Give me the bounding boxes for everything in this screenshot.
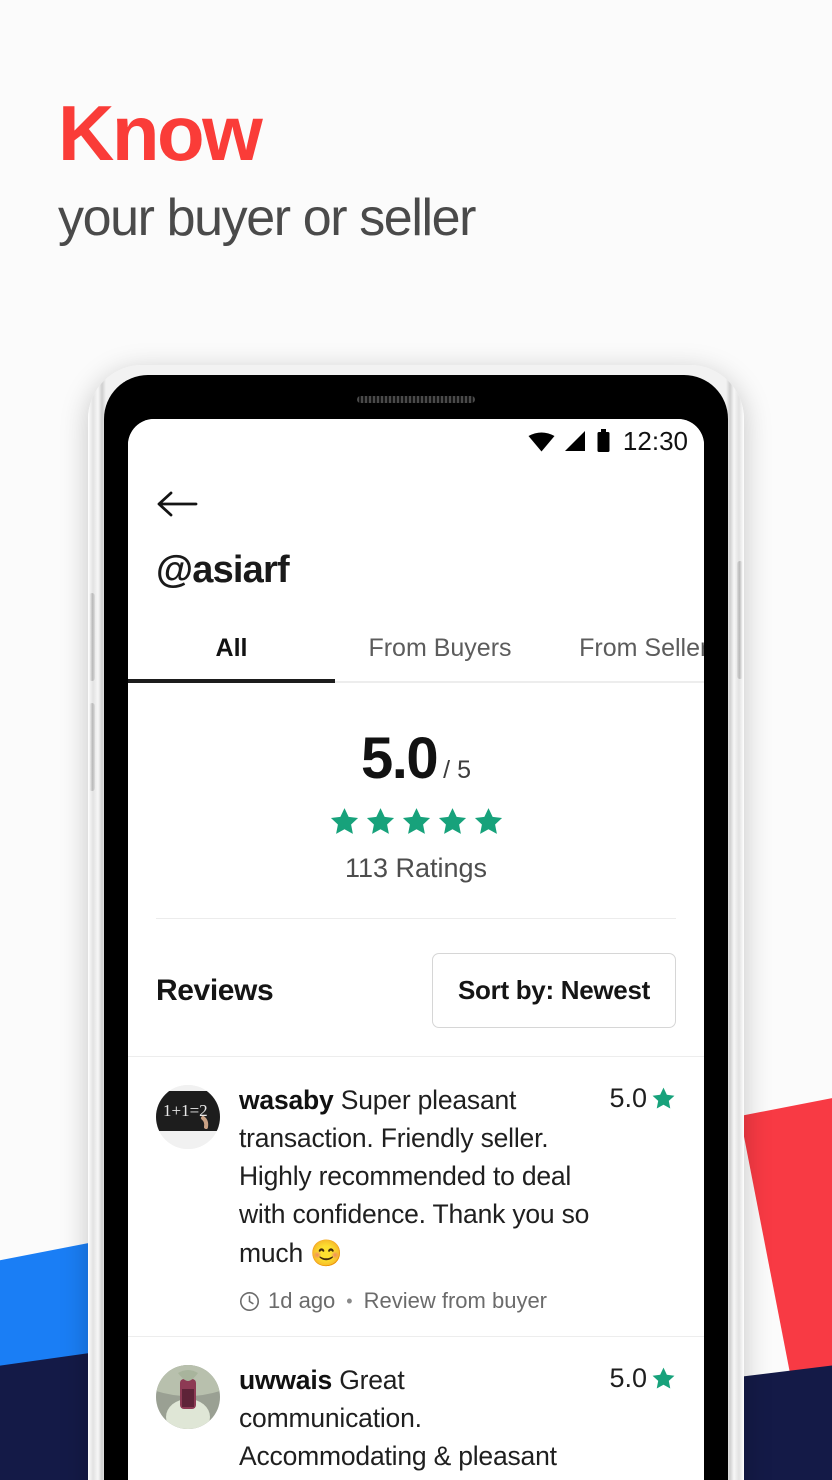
review-body: wasaby Super pleasant transaction. Frien… (239, 1081, 590, 1314)
earpiece-speaker-icon (357, 396, 475, 403)
clock-icon (239, 1291, 260, 1311)
avatar: 1+1=2 (156, 1085, 220, 1149)
star-icon (652, 1367, 675, 1389)
rating-stars (156, 806, 676, 837)
review-body: uwwais Great communication. Accommodatin… (239, 1361, 590, 1480)
sort-by-button[interactable]: Sort by: Newest (432, 953, 676, 1028)
promo-headline: Know (58, 89, 263, 177)
review-username[interactable]: wasaby (239, 1085, 334, 1115)
photo-avatar-icon (156, 1365, 220, 1430)
review-text: wasaby Super pleasant transaction. Frien… (239, 1081, 590, 1272)
star-icon (366, 808, 394, 834)
phone-bezel: 12:30 @asiarf All From Buyers From Selle… (104, 375, 728, 1480)
wifi-icon (528, 430, 555, 452)
power-button[interactable] (737, 561, 743, 679)
star-icon (438, 808, 466, 834)
review-source: Review from buyer (363, 1288, 547, 1314)
status-bar-time: 12:30 (622, 425, 688, 456)
volume-up-button[interactable] (89, 593, 95, 681)
signal-icon (564, 430, 587, 452)
tab-from-buyers[interactable]: From Buyers (335, 622, 545, 681)
battery-icon (596, 429, 611, 453)
review-username[interactable]: uwwais (239, 1365, 332, 1395)
review-item[interactable]: 1+1=2 wasaby Super pleasant transaction.… (128, 1056, 704, 1336)
reviews-title: Reviews (156, 973, 274, 1007)
meta-separator: • (346, 1290, 353, 1311)
star-icon (402, 808, 430, 834)
review-score-value: 5.0 (609, 1363, 647, 1394)
score-line: 5.0 / 5 (156, 725, 676, 792)
back-button[interactable] (128, 463, 704, 519)
promo-subheadline: your buyer or seller (58, 188, 476, 247)
tab-from-sellers[interactable]: From Sellers (545, 622, 704, 681)
reviews-header: Reviews Sort by: Newest (128, 919, 704, 1056)
promo-headline-block: Know your buyer or seller (58, 89, 476, 247)
ratings-count: 113 Ratings (344, 853, 488, 883)
tab-all[interactable]: All (128, 622, 335, 683)
review-meta: 1d ago • Review from buyer (239, 1288, 590, 1314)
back-arrow-icon (157, 491, 198, 517)
review-text: uwwais Great communication. Accommodatin… (239, 1361, 590, 1480)
rating-summary: 5.0 / 5 113 Ratings (156, 683, 676, 919)
review-emoji: 😊 (310, 1237, 343, 1268)
page-title: @asiarf (156, 549, 290, 591)
red-angled-shape (740, 1051, 832, 1411)
review-time-ago: 1d ago (268, 1288, 336, 1314)
review-score: 5.0 (609, 1081, 676, 1314)
volume-down-button[interactable] (89, 703, 95, 791)
chalkboard-avatar-icon: 1+1=2 (156, 1085, 220, 1149)
review-filter-tabs: All From Buyers From Sellers (128, 622, 704, 683)
status-bar: 12:30 (128, 419, 704, 463)
svg-text:1+1=2: 1+1=2 (163, 1101, 208, 1120)
review-score: 5.0 (609, 1361, 676, 1480)
star-icon (474, 808, 502, 834)
review-score-value: 5.0 (609, 1083, 647, 1113)
phone-mockup: 12:30 @asiarf All From Buyers From Selle… (88, 365, 744, 1480)
rating-score: 5.0 (361, 726, 439, 791)
avatar (156, 1365, 220, 1430)
rating-out-of: / 5 (443, 756, 471, 784)
phone-screen: 12:30 @asiarf All From Buyers From Selle… (128, 419, 704, 1480)
star-icon (330, 808, 358, 834)
review-item[interactable]: uwwais Great communication. Accommodatin… (128, 1336, 704, 1480)
star-icon (652, 1087, 675, 1109)
